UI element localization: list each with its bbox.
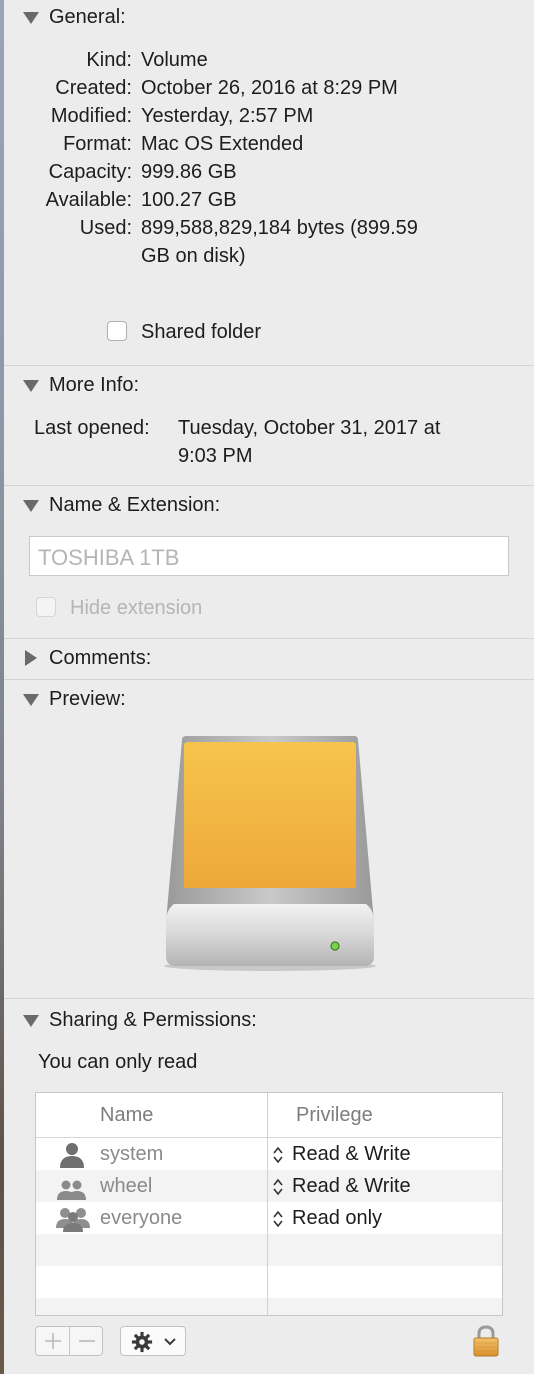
general-disclosure-triangle-icon[interactable] bbox=[23, 12, 39, 24]
available-label: Available: bbox=[45, 189, 132, 211]
modified-value: Yesterday, 2:57 PM bbox=[141, 105, 314, 127]
user-name: wheel bbox=[100, 1175, 153, 1197]
action-menu-button[interactable] bbox=[120, 1326, 186, 1356]
empty-table-row bbox=[36, 1266, 502, 1298]
preview-section-title: Preview: bbox=[49, 688, 126, 710]
last-opened-value: Tuesday, October 31, 2017 at bbox=[178, 417, 441, 439]
table-row[interactable]: wheel Read & Write bbox=[36, 1170, 502, 1202]
available-value: 100.27 GB bbox=[141, 189, 237, 211]
comments-section-title: Comments: bbox=[49, 647, 152, 669]
column-separator bbox=[267, 1093, 268, 1315]
hide-extension-checkbox[interactable] bbox=[36, 597, 56, 617]
comments-disclosure-triangle-icon[interactable] bbox=[25, 650, 37, 666]
button-divider bbox=[69, 1327, 70, 1355]
more-info-disclosure-triangle-icon[interactable] bbox=[23, 380, 39, 392]
privilege-value[interactable]: Read only bbox=[292, 1207, 382, 1230]
general-section-title: General: bbox=[49, 6, 126, 28]
modified-label: Modified: bbox=[50, 105, 132, 127]
add-remove-button-group bbox=[35, 1326, 103, 1356]
column-header-name[interactable]: Name bbox=[100, 1104, 153, 1127]
user-name: system bbox=[100, 1143, 164, 1165]
minus-icon[interactable] bbox=[77, 1331, 97, 1351]
lock-icon[interactable] bbox=[472, 1324, 500, 1358]
hide-extension-label: Hide extension bbox=[70, 597, 203, 619]
sharing-notice: You can only read bbox=[38, 1051, 198, 1073]
last-opened-label: Last opened: bbox=[34, 417, 150, 439]
column-header-privilege[interactable]: Privilege bbox=[296, 1104, 373, 1127]
created-label: Created: bbox=[55, 77, 132, 99]
privilege-value[interactable]: Read & Write bbox=[292, 1143, 411, 1166]
permissions-table-header: Name Privilege bbox=[36, 1093, 502, 1138]
capacity-value: 999.86 GB bbox=[141, 161, 237, 183]
more-info-section-title: More Info: bbox=[49, 374, 140, 396]
section-divider bbox=[4, 998, 534, 999]
plus-icon[interactable] bbox=[43, 1331, 63, 1351]
capacity-label: Capacity: bbox=[48, 161, 132, 183]
table-row[interactable]: system Read & Write bbox=[36, 1138, 502, 1170]
used-value-continued: GB on disk) bbox=[141, 245, 246, 267]
section-divider bbox=[4, 485, 534, 486]
name-extension-section-title: Name & Extension: bbox=[49, 494, 221, 516]
empty-table-row bbox=[36, 1298, 502, 1315]
created-value: October 26, 2016 at 8:29 PM bbox=[141, 77, 398, 99]
permissions-table: Name Privilege system Read & Write wheel… bbox=[35, 1092, 503, 1316]
chevron-updown-icon[interactable] bbox=[272, 1145, 284, 1165]
used-label: Used: bbox=[79, 217, 132, 239]
used-value: 899,588,829,184 bytes (899.59 bbox=[141, 217, 418, 239]
chevron-down-icon bbox=[164, 1338, 176, 1346]
shared-folder-label: Shared folder bbox=[141, 321, 262, 343]
format-label: Format: bbox=[63, 133, 132, 155]
sharing-section-title: Sharing & Permissions: bbox=[49, 1009, 257, 1031]
format-value: Mac OS Extended bbox=[141, 133, 304, 155]
privilege-value[interactable]: Read & Write bbox=[292, 1175, 411, 1198]
section-divider bbox=[4, 638, 534, 639]
user-icon bbox=[60, 1143, 84, 1168]
chevron-updown-icon[interactable] bbox=[272, 1209, 284, 1229]
everyone-icon bbox=[56, 1208, 90, 1232]
section-divider bbox=[4, 679, 534, 680]
section-divider bbox=[4, 365, 534, 366]
last-opened-value-continued: 9:03 PM bbox=[178, 445, 253, 467]
external-drive-icon bbox=[164, 736, 376, 971]
name-extension-disclosure-triangle-icon[interactable] bbox=[23, 500, 39, 512]
chevron-updown-icon[interactable] bbox=[272, 1177, 284, 1197]
kind-value: Volume bbox=[141, 49, 208, 71]
user-name: everyone bbox=[100, 1207, 183, 1229]
group-icon bbox=[57, 1180, 86, 1200]
kind-label: Kind: bbox=[86, 49, 132, 71]
sharing-disclosure-triangle-icon[interactable] bbox=[23, 1015, 39, 1027]
table-row[interactable]: everyone Read only bbox=[36, 1202, 502, 1234]
preview-disclosure-triangle-icon[interactable] bbox=[23, 694, 39, 706]
name-field[interactable]: TOSHIBA 1TB bbox=[29, 536, 509, 576]
empty-table-row bbox=[36, 1234, 502, 1266]
gear-icon bbox=[131, 1331, 153, 1353]
shared-folder-checkbox[interactable] bbox=[107, 321, 127, 341]
